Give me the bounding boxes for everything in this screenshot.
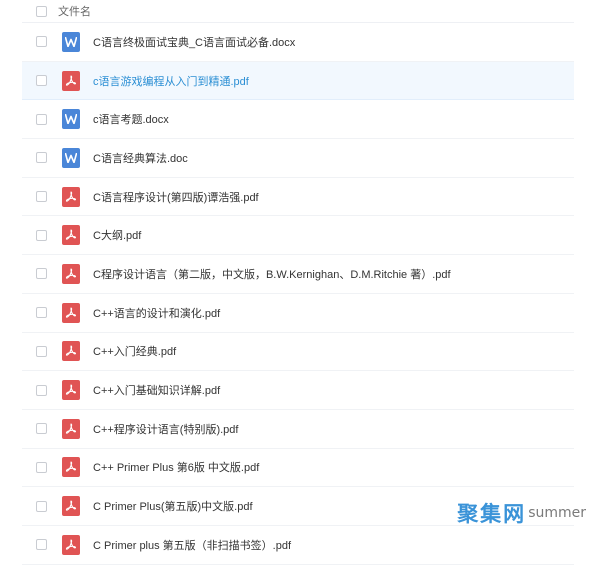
file-name-link[interactable]: C大纲.pdf xyxy=(93,227,141,243)
pdf-file-icon xyxy=(62,457,80,478)
file-row[interactable]: C语言经典算法.doc xyxy=(22,139,574,178)
file-name-link[interactable]: C程序设计语言（第二版，中文版，B.W.Kernighan、D.M.Ritchi… xyxy=(93,266,451,282)
file-name-link[interactable]: C++入门经典.pdf xyxy=(93,343,176,359)
file-row-checkbox[interactable] xyxy=(36,539,47,551)
file-row-checkbox[interactable] xyxy=(36,345,47,357)
pdf-file-icon xyxy=(62,418,80,439)
watermark-text-en: summer xyxy=(528,505,586,521)
file-name-link[interactable]: C Primer Plus(第五版)中文版.pdf xyxy=(93,498,253,514)
file-row-checkbox[interactable] xyxy=(36,36,47,48)
pdf-file-icon xyxy=(62,380,80,401)
file-row-checkbox[interactable] xyxy=(36,268,47,280)
file-name-link[interactable]: C语言程序设计(第四版)谭浩强.pdf xyxy=(93,189,259,205)
file-row-checkbox[interactable] xyxy=(36,461,47,473)
word-doc-icon xyxy=(62,147,80,168)
file-name-link[interactable]: C++语言的设计和演化.pdf xyxy=(93,305,220,321)
pdf-file-icon xyxy=(62,263,80,284)
pdf-file-icon xyxy=(62,534,80,555)
pdf-file-icon xyxy=(62,496,80,517)
file-row[interactable]: C大纲.pdf xyxy=(22,216,574,256)
file-row-checkbox[interactable] xyxy=(36,229,47,241)
file-row[interactable]: C语言程序设计(第四版)谭浩强.pdf xyxy=(22,178,574,217)
list-header: 文件名 xyxy=(22,0,574,23)
column-header-filename[interactable]: 文件名 xyxy=(58,3,91,19)
file-row[interactable]: C Primer plus 第五版（非扫描书签）.pdf xyxy=(22,526,574,565)
file-row[interactable]: C++语言的设计和演化.pdf xyxy=(22,294,574,333)
word-doc-icon xyxy=(62,109,80,130)
file-name-link[interactable]: C语言终极面试宝典_C语言面试必备.docx xyxy=(93,34,295,50)
file-row[interactable]: C语言终极面试宝典_C语言面试必备.docx xyxy=(22,23,574,62)
file-list: 文件名 C语言终极面试宝典_C语言面试必备.docx c语言游戏编程从入门到精通.… xyxy=(22,0,574,565)
file-row-checkbox[interactable] xyxy=(36,75,47,87)
file-name-link[interactable]: C语言经典算法.doc xyxy=(93,150,188,166)
file-row-checkbox[interactable] xyxy=(36,307,47,319)
file-row[interactable]: C++入门经典.pdf xyxy=(22,333,574,372)
file-row-checkbox[interactable] xyxy=(36,384,47,396)
file-row-checkbox[interactable] xyxy=(36,500,47,512)
watermark: 聚集网 summer xyxy=(457,498,586,528)
watermark-text-cn: 聚集网 xyxy=(457,502,527,526)
pdf-file-icon xyxy=(62,70,80,91)
file-name-link[interactable]: C++入门基础知识详解.pdf xyxy=(93,382,220,398)
file-rows: C语言终极面试宝典_C语言面试必备.docx c语言游戏编程从入门到精通.pdf c… xyxy=(22,23,574,565)
file-row[interactable]: C++程序设计语言(特别版).pdf xyxy=(22,410,574,449)
file-row-checkbox[interactable] xyxy=(36,423,47,435)
pdf-file-icon xyxy=(62,341,80,362)
select-all-checkbox[interactable] xyxy=(36,5,47,17)
file-name-link[interactable]: C Primer plus 第五版（非扫描书签）.pdf xyxy=(93,537,291,553)
file-row[interactable]: c语言游戏编程从入门到精通.pdf xyxy=(22,61,574,101)
pdf-file-icon xyxy=(62,186,80,207)
file-row-checkbox[interactable] xyxy=(36,113,47,125)
file-name-link[interactable]: C++程序设计语言(特别版).pdf xyxy=(93,421,238,437)
file-row[interactable]: C程序设计语言（第二版，中文版，B.W.Kernighan、D.M.Ritchi… xyxy=(22,255,574,294)
file-row[interactable]: c语言考题.docx xyxy=(22,100,574,140)
file-name-link[interactable]: c语言游戏编程从入门到精通.pdf xyxy=(93,73,249,89)
file-name-link[interactable]: C++ Primer Plus 第6版 中文版.pdf xyxy=(93,459,259,475)
pdf-file-icon xyxy=(62,302,80,323)
file-row[interactable]: C++入门基础知识详解.pdf xyxy=(22,371,574,410)
word-doc-icon xyxy=(62,31,80,52)
file-name-link[interactable]: c语言考题.docx xyxy=(93,111,169,127)
pdf-file-icon xyxy=(62,225,80,246)
file-row-checkbox[interactable] xyxy=(36,191,47,203)
file-row[interactable]: C++ Primer Plus 第6版 中文版.pdf xyxy=(22,449,574,488)
file-row-checkbox[interactable] xyxy=(36,152,47,164)
